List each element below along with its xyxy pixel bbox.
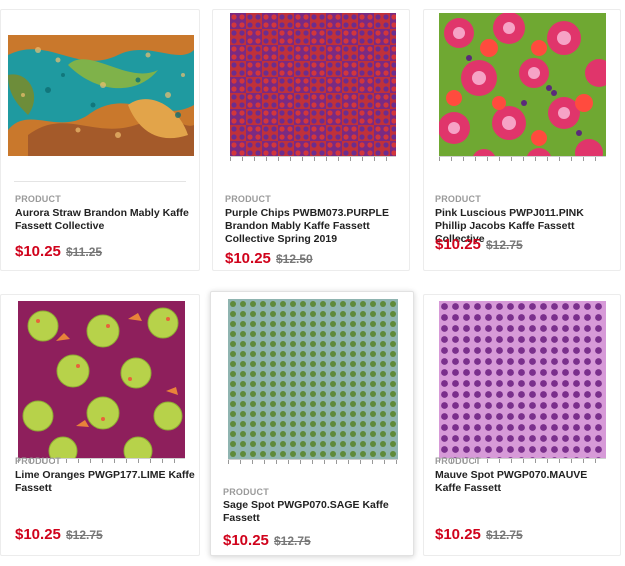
product-kind-label: PRODUCT bbox=[435, 194, 481, 204]
product-image[interactable] bbox=[230, 13, 396, 166]
product-image[interactable] bbox=[439, 301, 606, 468]
measuring-ruler bbox=[439, 156, 606, 166]
product-image[interactable] bbox=[18, 301, 185, 468]
sale-price: $10.25 bbox=[225, 250, 271, 267]
product-kind-label: PRODUCT bbox=[223, 487, 269, 497]
original-price: $12.75 bbox=[274, 534, 311, 548]
original-price: $11.25 bbox=[66, 245, 103, 259]
product-card[interactable]: PRODUCT Sage Spot PWGP070.SAGE Kaffe Fas… bbox=[210, 291, 414, 556]
product-image[interactable] bbox=[228, 299, 398, 469]
product-kind-label: PRODUCT bbox=[435, 456, 481, 466]
product-card[interactable]: PRODUCT Lime Oranges PWGP177.LIME Kaffe … bbox=[0, 294, 200, 556]
product-card[interactable]: PRODUCT Pink Luscious PWPJ011.PINK Phill… bbox=[423, 9, 621, 271]
sale-price: $10.25 bbox=[435, 526, 481, 543]
sale-price: $10.25 bbox=[223, 532, 269, 549]
product-image[interactable] bbox=[439, 13, 606, 166]
original-price: $12.75 bbox=[66, 528, 103, 542]
product-title-link[interactable]: Sage Spot PWGP070.SAGE Kaffe Fassett bbox=[223, 499, 407, 525]
sale-price: $10.25 bbox=[15, 243, 61, 260]
product-title-link[interactable]: Purple Chips PWBM073.PURPLE Brandon Mabl… bbox=[225, 207, 405, 246]
product-kind-label: PRODUCT bbox=[15, 456, 61, 466]
sale-price: $10.25 bbox=[435, 236, 481, 253]
card-divider bbox=[14, 181, 186, 182]
original-price: $12.75 bbox=[486, 238, 523, 252]
measuring-ruler bbox=[228, 459, 398, 469]
product-kind-label: PRODUCT bbox=[15, 194, 61, 204]
product-image[interactable] bbox=[8, 35, 194, 156]
product-card[interactable]: PRODUCT Aurora Straw Brandon Mably Kaffe… bbox=[0, 9, 200, 271]
original-price: $12.75 bbox=[486, 528, 523, 542]
product-kind-label: PRODUCT bbox=[225, 194, 271, 204]
product-title-link[interactable]: Mauve Spot PWGP070.MAUVE Kaffe Fassett bbox=[435, 469, 615, 495]
product-card[interactable]: PRODUCT Purple Chips PWBM073.PURPLE Bran… bbox=[212, 9, 410, 271]
product-title-link[interactable]: Lime Oranges PWGP177.LIME Kaffe Fassett bbox=[15, 469, 195, 495]
original-price: $12.50 bbox=[276, 252, 313, 266]
measuring-ruler bbox=[230, 156, 396, 166]
product-card[interactable]: PRODUCT Mauve Spot PWGP070.MAUVE Kaffe F… bbox=[423, 294, 621, 556]
product-title-link[interactable]: Aurora Straw Brandon Mably Kaffe Fassett… bbox=[15, 207, 195, 233]
sale-price: $10.25 bbox=[15, 526, 61, 543]
